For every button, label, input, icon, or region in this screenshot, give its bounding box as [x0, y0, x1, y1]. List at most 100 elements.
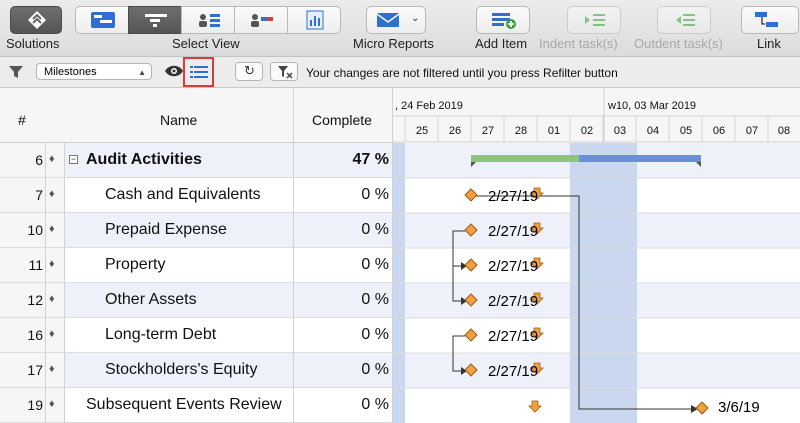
- day-label: 27: [481, 125, 495, 137]
- solutions-label: Solutions: [6, 36, 60, 51]
- task-complete[interactable]: 0 %: [361, 221, 389, 239]
- task-complete[interactable]: 47 %: [353, 151, 389, 169]
- task-name[interactable]: Audit Activities: [86, 151, 202, 169]
- milestone-diamond[interactable]: [464, 188, 478, 202]
- task-name[interactable]: Subsequent Events Review: [86, 396, 282, 414]
- row-number: 6: [35, 152, 43, 168]
- gantt-chart: , 24 Feb 2019 w10, 03 Mar 2019 25 26 27 …: [393, 88, 800, 423]
- day-label: 07: [745, 125, 759, 137]
- task-row[interactable]: 12 ♦ Other Assets 0 %: [0, 283, 393, 318]
- link-icon[interactable]: ♦: [49, 328, 55, 340]
- col-header-num[interactable]: #: [18, 112, 26, 128]
- solutions-icon: [28, 11, 46, 29]
- milestone-date-label: 2/27/19: [488, 188, 539, 205]
- task-row[interactable]: 17 ♦ Stockholders's Equity 0 %: [0, 353, 393, 388]
- day-label: 04: [646, 125, 660, 137]
- task-row[interactable]: 11 ♦ Property 0 %: [0, 248, 393, 283]
- milestone-date-label: 3/6/19: [718, 399, 760, 416]
- gantt-canvas: [393, 88, 800, 423]
- col-header-complete[interactable]: Complete: [312, 112, 372, 128]
- indent-button[interactable]: [567, 6, 621, 34]
- task-complete[interactable]: 0 %: [361, 186, 389, 204]
- col-divider: [293, 88, 294, 423]
- link-icon[interactable]: ♦: [49, 398, 55, 410]
- link-icon[interactable]: ♦: [49, 188, 55, 200]
- task-name[interactable]: Property: [105, 256, 165, 274]
- task-name[interactable]: Long-term Debt: [105, 326, 216, 344]
- view-team-button[interactable]: [234, 6, 288, 34]
- task-name[interactable]: Other Assets: [105, 291, 197, 309]
- milestone-diamond[interactable]: [464, 328, 478, 342]
- task-complete[interactable]: 0 %: [361, 326, 389, 344]
- view-resources-button[interactable]: [181, 6, 235, 34]
- task-name[interactable]: Cash and Equivalents: [105, 186, 261, 204]
- collapse-toggle[interactable]: −: [69, 155, 78, 164]
- milestone-date-label: 2/27/19: [488, 258, 539, 275]
- milestone-date-label: 2/27/19: [488, 363, 539, 380]
- day-label: 02: [580, 125, 594, 137]
- chart-view-icon: [306, 10, 324, 30]
- view-outline-button[interactable]: [128, 6, 182, 34]
- link-icon[interactable]: ♦: [49, 363, 55, 375]
- row-number: 7: [35, 187, 43, 203]
- summary-bar-progress: [471, 155, 579, 162]
- task-complete[interactable]: 0 %: [361, 361, 389, 379]
- col-header-name[interactable]: Name: [160, 112, 197, 128]
- link-icon[interactable]: ♦: [49, 258, 55, 270]
- row-number: 19: [27, 397, 43, 413]
- milestone-date-label: 2/27/19: [488, 328, 539, 345]
- micro-reports-button[interactable]: ⌄: [366, 6, 426, 34]
- outdent-button[interactable]: [657, 6, 711, 34]
- link-icon[interactable]: ♦: [49, 293, 55, 305]
- indent-icon: [585, 14, 605, 26]
- task-complete[interactable]: 0 %: [361, 256, 389, 274]
- filter-list-button[interactable]: [183, 57, 214, 87]
- add-item-label: Add Item: [475, 36, 528, 51]
- add-item-button[interactable]: [476, 6, 530, 34]
- day-label: 05: [679, 125, 693, 137]
- task-row-summary[interactable]: 6 ♦ − Audit Activities 47 %: [0, 143, 393, 178]
- filter-select[interactable]: Milestones ▲: [36, 63, 152, 80]
- link-button[interactable]: [741, 6, 799, 34]
- filter-message: Your changes are not filtered until you …: [306, 66, 618, 80]
- solutions-button[interactable]: [10, 6, 62, 34]
- filter-select-value: Milestones: [44, 66, 97, 78]
- select-view-label: Select View: [172, 36, 240, 51]
- task-row[interactable]: 16 ♦ Long-term Debt 0 %: [0, 318, 393, 353]
- task-complete[interactable]: 0 %: [361, 396, 389, 414]
- milestone-date-label: 2/27/19: [488, 293, 539, 310]
- envelope-icon: [376, 13, 400, 27]
- day-label: 25: [415, 125, 429, 137]
- main-toolbar: Solutions Select View ⌄ Micro Reports Ad…: [0, 0, 800, 57]
- day-label: 03: [613, 125, 627, 137]
- link-icon[interactable]: ♦: [49, 223, 55, 235]
- milestone-diamond[interactable]: [464, 258, 478, 272]
- task-name[interactable]: Stockholders's Equity: [105, 361, 257, 379]
- select-arrows-icon: ▲: [138, 68, 146, 77]
- task-row[interactable]: 10 ♦ Prepaid Expense 0 %: [0, 213, 393, 248]
- week-label: , 24 Feb 2019: [395, 100, 463, 112]
- link-label: Link: [757, 36, 781, 51]
- task-name[interactable]: Prepaid Expense: [105, 221, 227, 239]
- row-number: 12: [27, 292, 43, 308]
- view-chart-button[interactable]: [287, 6, 341, 34]
- task-complete[interactable]: 0 %: [361, 291, 389, 309]
- task-row[interactable]: 7 ♦ Cash and Equivalents 0 %: [0, 178, 393, 213]
- team-view-icon: [251, 14, 273, 27]
- milestone-diamond[interactable]: [695, 401, 709, 415]
- day-label: 26: [448, 125, 462, 137]
- grid-header: # Name Complete: [0, 88, 393, 143]
- link-icon[interactable]: ♦: [49, 153, 55, 165]
- task-row[interactable]: 19 ♦ Subsequent Events Review 0 %: [0, 388, 393, 423]
- outdent-label: Outdent task(s): [634, 36, 723, 51]
- day-label: 06: [712, 125, 726, 137]
- list-icon: [190, 66, 208, 78]
- eye-icon[interactable]: [164, 64, 184, 78]
- filter-bar: Milestones ▲ ↻ Your changes are not filt…: [0, 57, 800, 88]
- refilter-button[interactable]: ↻: [235, 62, 263, 81]
- gantt-view-icon: [91, 12, 115, 28]
- view-gantt-button[interactable]: [75, 6, 129, 34]
- micro-reports-label: Micro Reports: [353, 36, 434, 51]
- clear-filter-icon: [278, 66, 293, 79]
- clear-filter-button[interactable]: [270, 62, 298, 81]
